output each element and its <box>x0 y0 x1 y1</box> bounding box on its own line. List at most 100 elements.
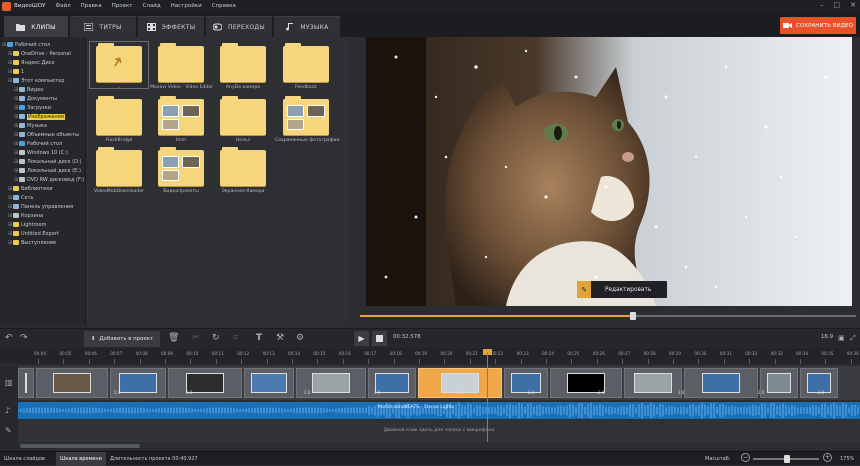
folder-item[interactable] <box>220 147 266 186</box>
timeline-clip[interactable] <box>684 368 758 398</box>
tree-item[interactable]: ⊞ Панель управления <box>8 202 73 211</box>
folder-item[interactable] <box>220 96 266 135</box>
timeline-clip[interactable] <box>624 368 682 398</box>
menu-slide[interactable]: Слайд <box>143 3 161 9</box>
close-icon[interactable]: ✕ <box>850 1 856 9</box>
timeline-clip[interactable] <box>18 368 34 398</box>
tree-item[interactable]: ⊞ Документы <box>14 94 57 103</box>
edit-button[interactable]: ✎ Редактировать <box>577 281 667 298</box>
tree-item[interactable]: ⊞ Рабочий стол <box>2 40 50 49</box>
photo-thumbnail <box>162 119 179 130</box>
menu-settings[interactable]: Настройки <box>171 3 202 9</box>
tree-item-label: Сеть <box>21 194 34 201</box>
folder-item[interactable] <box>96 96 142 135</box>
tree-item[interactable]: ⊞ OneDrive - Personal <box>8 49 71 58</box>
zoom-out-icon[interactable]: − <box>741 453 750 462</box>
ruler-tick-label: 00:21 <box>465 351 478 356</box>
tree-item[interactable]: ⊞ Видео <box>14 85 43 94</box>
folder-item[interactable] <box>220 43 266 82</box>
save-video-button[interactable]: СОХРАНИТЬ ВИДЕО <box>780 17 856 34</box>
timeline-clip[interactable] <box>36 368 108 398</box>
stop-button[interactable] <box>372 331 387 346</box>
tab-titles[interactable]: ТИТРЫ <box>70 16 136 37</box>
tab-music[interactable]: МУЗЫКА <box>274 16 340 37</box>
zoom-in-icon[interactable]: + <box>823 453 832 462</box>
mic-track[interactable]: Двойной клик здесь для записи с микрофон… <box>18 420 860 442</box>
tree-item[interactable]: ⊞ Корзина <box>8 211 43 220</box>
trash-icon[interactable]: 🗑 <box>168 333 179 343</box>
tree-item-label: Этот компьютер <box>21 77 65 84</box>
tree-item[interactable]: ⊞ Сеть <box>8 193 33 202</box>
redo-icon[interactable]: ↷ <box>20 333 28 343</box>
folder-up-item[interactable]: ➜ <box>96 43 142 82</box>
timeline-clip[interactable] <box>760 368 798 398</box>
folder-item[interactable] <box>158 147 204 186</box>
menu-project[interactable]: Проект <box>112 3 133 9</box>
undo-icon[interactable]: ↶ <box>5 333 13 343</box>
tab-slide-view[interactable]: Шкала слайдов <box>0 452 49 466</box>
tree-item[interactable]: ⊞ Объемные объекты <box>14 130 79 139</box>
cut-icon[interactable]: ✂ <box>192 333 200 343</box>
ruler-tick <box>774 359 776 364</box>
tree-item[interactable]: ⊞ Этот компьютер <box>8 76 64 85</box>
tree-item[interactable]: ⊞ Загрузки <box>14 103 51 112</box>
menu-file[interactable]: Файл <box>55 3 70 9</box>
preview-progress-bar[interactable] <box>360 312 856 320</box>
tree-item[interactable]: ⊞ Изображения <box>14 112 65 121</box>
play-button[interactable]: ▶ <box>354 331 369 346</box>
tree-item[interactable]: ⊞ Lightroom <box>8 220 46 229</box>
timeline-ruler[interactable]: 00:04 00:05 00:06 00:07 00:08 00:09 00:10 00:11… <box>0 348 860 364</box>
tab-timeline-view[interactable]: Шкала времени <box>56 452 106 466</box>
tree-item[interactable]: ⊞ Музыка <box>14 121 47 130</box>
music-icon <box>286 23 294 31</box>
folder-icon <box>19 114 25 119</box>
minimize-icon[interactable]: – <box>820 1 824 9</box>
tree-item[interactable]: ⊞ Рабочий стол <box>14 139 62 148</box>
preview-progress-knob[interactable] <box>629 312 636 320</box>
aspect-ratio[interactable]: 16:9 <box>821 334 833 340</box>
tree-item[interactable]: ⊞ 1 <box>8 67 24 76</box>
ruler-tick <box>723 359 725 364</box>
folder-item[interactable] <box>158 96 204 135</box>
tree-item[interactable]: ⊞ Untitled Export <box>8 229 59 238</box>
audio-track[interactable]: MotionsandBEATS - Stereo Lights <box>18 402 860 419</box>
timeline-clip[interactable] <box>504 368 548 398</box>
folder-item[interactable] <box>283 96 329 135</box>
maximize-icon[interactable]: □ <box>834 1 841 9</box>
rotate-icon[interactable]: ↻ <box>212 333 220 343</box>
fullscreen-icon[interactable]: ⤢ <box>850 333 856 343</box>
timeline-clip[interactable] <box>168 368 242 398</box>
magic-wand-icon[interactable]: ⚒ <box>276 333 284 343</box>
add-to-project-button[interactable]: ⬇ Добавить в проект <box>84 331 160 347</box>
text-icon[interactable]: T <box>256 333 262 343</box>
tree-item[interactable]: ⊞ Библиотеки <box>8 184 53 193</box>
timeline-clip[interactable] <box>550 368 622 398</box>
settings-gear-icon[interactable]: ⚙ <box>296 333 304 343</box>
tree-item-label: Объемные объекты <box>27 131 79 138</box>
tree-item[interactable]: ⊞ Локальный диск (D:) <box>14 157 82 166</box>
timeline-clip[interactable] <box>244 368 294 398</box>
menu-help[interactable]: Справка <box>212 3 236 9</box>
crop-icon[interactable]: ⌗ <box>233 333 238 343</box>
timeline-scrollbar[interactable] <box>20 444 140 448</box>
tree-item[interactable]: ⊞ Windows 10 (C:) <box>14 148 68 157</box>
folder-icon <box>19 177 25 182</box>
zoom-slider-knob[interactable] <box>784 455 790 463</box>
snapshot-icon[interactable]: ▣ <box>838 333 845 343</box>
mic-track-label: Двойной клик здесь для записи с микрофон… <box>383 428 495 433</box>
folder-item[interactable] <box>283 43 329 82</box>
tab-effects[interactable]: ЭФФЕКТЫ <box>138 16 204 37</box>
folder-item[interactable] <box>158 43 204 82</box>
ruler-tick-label: 00:23 <box>516 351 529 356</box>
ruler-tick-label: 00:13 <box>262 351 275 356</box>
tree-item[interactable]: ⊞ DVD RW дисковод (F:) <box>14 175 84 184</box>
tree-item[interactable]: ⊞ Яндекс.Диск <box>8 58 55 67</box>
playhead-line[interactable] <box>487 352 488 442</box>
tab-clips[interactable]: КЛИПЫ <box>4 16 68 37</box>
tree-item[interactable]: ⊞ Локальный диск (E:) <box>14 166 81 175</box>
tree-item[interactable]: ⊞ Выступление <box>8 238 56 247</box>
video-preview[interactable]: ✎ Редактировать <box>366 37 852 306</box>
folder-item[interactable] <box>96 147 142 186</box>
tab-transitions[interactable]: ПЕРЕХОДЫ <box>206 16 272 37</box>
menu-edit[interactable]: Правка <box>81 3 102 9</box>
